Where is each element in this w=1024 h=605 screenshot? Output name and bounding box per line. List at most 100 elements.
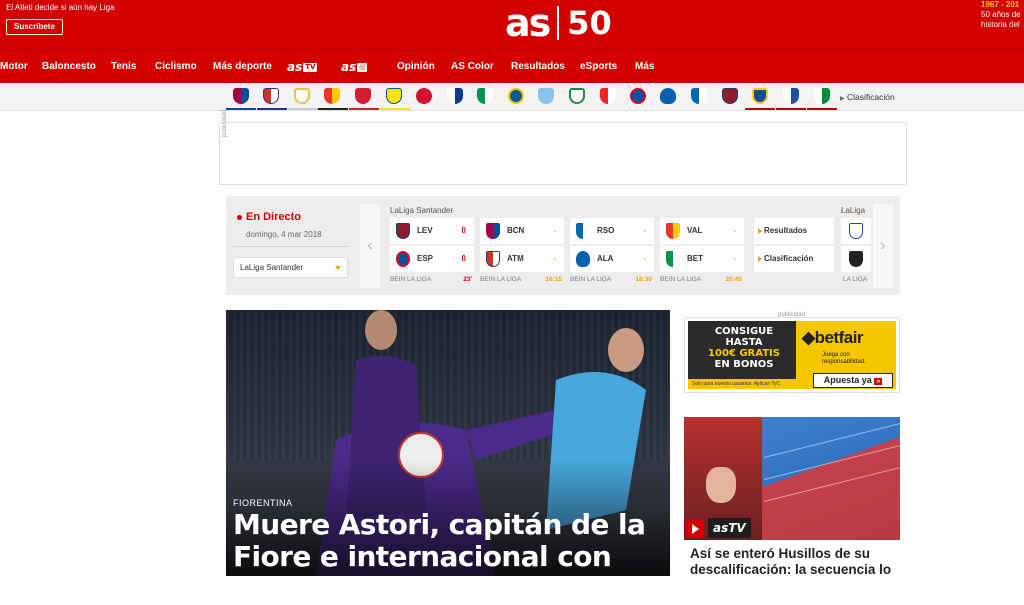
ad-cta-label: Apuesta ya xyxy=(823,375,872,385)
team-row: VAL - xyxy=(660,218,744,244)
real-sociedad-crest-icon[interactable] xyxy=(691,88,707,104)
match-card[interactable]: VAL - BET - BEIN LA LIGA 20:45 xyxy=(660,218,744,283)
camera-icon: ◎ xyxy=(357,63,368,72)
arrow-icon: ◆ xyxy=(802,328,815,347)
betfair-ad[interactable]: CONSIGUE HASTA 100€ GRATIS EN BONOS ◆bet… xyxy=(684,317,900,393)
top-header: El Atleti decide si aún hay Liga Suscríb… xyxy=(0,0,1024,50)
girona-crest-icon[interactable] xyxy=(416,88,432,104)
nav-motor[interactable]: Motor xyxy=(0,51,28,83)
away-team: ESP xyxy=(417,254,434,263)
getafe-crest-icon[interactable] xyxy=(508,88,524,104)
home-team: RSO xyxy=(597,226,615,235)
resultados-link[interactable]: Resultados xyxy=(754,218,834,244)
next-match-preview[interactable] xyxy=(841,246,871,272)
live-title[interactable]: En Directo xyxy=(237,211,301,223)
live-title-text: En Directo xyxy=(246,211,302,223)
celta-crest-icon[interactable] xyxy=(538,88,554,104)
home-score: 0 xyxy=(461,226,466,235)
team-row: ALA - xyxy=(570,246,654,272)
match-time: 20:45 xyxy=(725,276,742,283)
crest-underline xyxy=(380,108,410,110)
chevron-right-icon: › xyxy=(880,237,886,254)
ad-label: publicidad xyxy=(222,109,228,137)
levante-crest-icon[interactable] xyxy=(722,88,738,104)
nav-mas-deporte[interactable]: Más deporte xyxy=(213,51,272,83)
ad-cta-button[interactable]: Apuesta ya » xyxy=(813,373,893,388)
clasificacion-link[interactable]: ▶ Clasificación xyxy=(840,92,895,102)
crest-underline xyxy=(776,108,806,110)
asfoto-label: as xyxy=(341,60,357,74)
chevron-left-icon: ‹ xyxy=(367,237,373,254)
sevilla-crest-icon[interactable] xyxy=(355,88,371,104)
prev-arrow-button[interactable]: ‹ xyxy=(360,204,380,288)
main-nav: Motor Baloncesto Tenis Ciclismo Más depo… xyxy=(0,50,1024,83)
away-score: 0 xyxy=(461,254,466,263)
nav-opinion[interactable]: Opinión xyxy=(397,51,435,83)
match-broadcaster: BEIN LA LIGA xyxy=(570,276,612,283)
away-score: - xyxy=(553,254,556,263)
play-icon[interactable] xyxy=(686,520,704,538)
nav-mas[interactable]: Más xyxy=(635,51,654,83)
logo-text: as xyxy=(505,1,551,45)
next-arrow-button[interactable]: › xyxy=(873,204,893,288)
team-row: ESP 0 xyxy=(390,246,474,272)
nav-asfoto[interactable]: as ◎ xyxy=(341,51,368,83)
video-headline[interactable]: Así se enteró Husillos de su descalifica… xyxy=(690,546,900,578)
nav-baloncesto[interactable]: Baloncesto xyxy=(42,51,96,83)
nav-resultados[interactable]: Resultados xyxy=(511,51,565,83)
atletico-crest-icon[interactable] xyxy=(263,88,279,104)
valencia-crest-icon[interactable] xyxy=(324,88,340,104)
barcelona-crest-icon xyxy=(486,223,500,239)
betis-crest-icon xyxy=(666,251,680,267)
promo-text[interactable]: El Atleti decide si aún hay Liga xyxy=(6,3,115,12)
team-row: BCN - xyxy=(480,218,564,244)
deportivo-crest-icon[interactable] xyxy=(783,88,799,104)
match-card[interactable]: LEV 0 ESP 0 BEIN LA LIGA 23' xyxy=(390,218,474,283)
league-label: LaLiga Santander xyxy=(390,206,454,215)
crest-underline xyxy=(226,108,256,110)
malaga-crest-icon[interactable] xyxy=(814,88,830,104)
espanyol-crest-icon[interactable] xyxy=(630,88,646,104)
atletico-crest-icon xyxy=(486,251,500,267)
clasificacion-label: Clasificación xyxy=(847,92,895,102)
home-score: - xyxy=(643,226,646,235)
nav-ciclismo[interactable]: Ciclismo xyxy=(155,51,197,83)
competition-select-value: LaLiga Santander xyxy=(240,263,304,272)
barcelona-crest-icon[interactable] xyxy=(233,88,249,104)
crest-underline xyxy=(349,108,379,110)
subscribe-button[interactable]: Suscríbete xyxy=(6,19,63,35)
eibar-crest-icon[interactable] xyxy=(447,88,463,104)
athletic-crest-icon[interactable] xyxy=(600,88,616,104)
ad-banner[interactable] xyxy=(219,122,907,185)
home-score: - xyxy=(553,226,556,235)
athlete-face xyxy=(706,467,736,503)
villarreal-crest-icon[interactable] xyxy=(386,88,402,104)
ad-line: 100€ GRATIS xyxy=(708,348,780,359)
nav-as-color[interactable]: AS Color xyxy=(451,51,494,83)
match-card[interactable]: RSO - ALA - BEIN LA LIGA 18:30 xyxy=(570,218,654,283)
anniversary-years[interactable]: 1967 - 201 xyxy=(981,0,1019,9)
ad-line: CONSIGUE xyxy=(714,326,774,337)
hero-headline[interactable]: Muere Astori, capitán de la Fiore e inte… xyxy=(233,509,665,605)
match-card[interactable]: BCN - ATM - BEIN LA LIGA 16:15 xyxy=(480,218,564,283)
double-chevron-icon: » xyxy=(874,378,883,385)
clasificacion-widget-link[interactable]: Clasificación xyxy=(754,246,834,272)
competition-select[interactable]: LaLiga Santander xyxy=(233,257,348,278)
team-row: RSO - xyxy=(570,218,654,244)
alaves-crest-icon[interactable] xyxy=(660,88,676,104)
nav-astv[interactable]: as TV xyxy=(287,51,318,83)
las-palmas-crest-icon[interactable] xyxy=(752,88,768,104)
nav-tenis[interactable]: Tenis xyxy=(111,51,136,83)
anniversary-logo: 50 xyxy=(567,4,612,42)
as-logo[interactable]: as 50 xyxy=(505,0,612,46)
away-score: - xyxy=(643,254,646,263)
nav-esports[interactable]: eSports xyxy=(580,51,617,83)
next-match-preview[interactable] xyxy=(841,218,871,244)
real-madrid-crest-icon[interactable] xyxy=(294,88,310,104)
espanyol-crest-icon xyxy=(396,251,410,267)
anniversary-text[interactable]: 50 años de historia del xyxy=(981,10,1024,30)
home-team: BCN xyxy=(507,226,525,235)
crest-underline xyxy=(318,108,348,110)
betis-crest-icon[interactable] xyxy=(477,88,493,104)
leganes-crest-icon[interactable] xyxy=(569,88,585,104)
